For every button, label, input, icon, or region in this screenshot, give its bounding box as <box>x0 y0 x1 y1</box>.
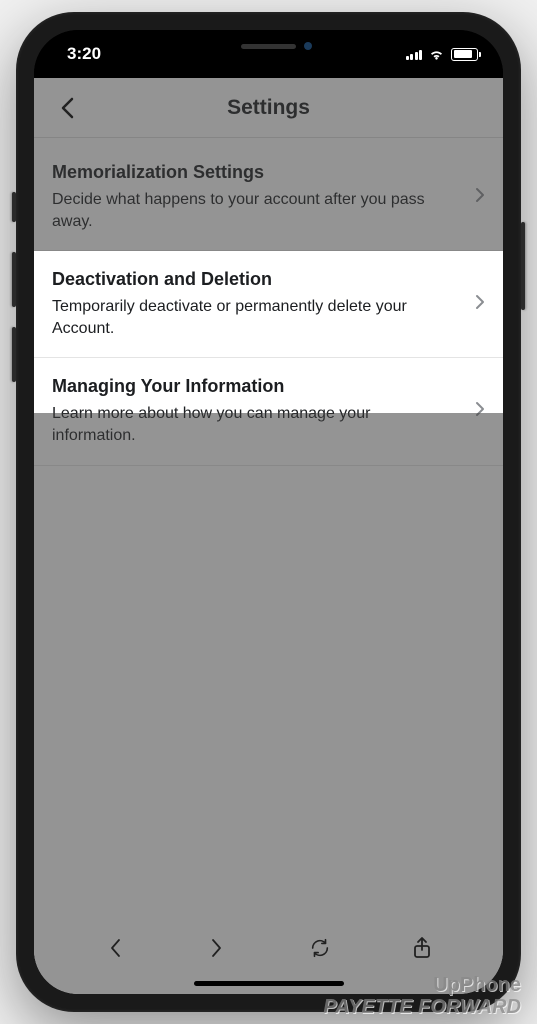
setting-item-managing-info[interactable]: Managing Your Information Learn more abo… <box>34 358 503 465</box>
status-time: 3:20 <box>59 44 101 64</box>
phone-side-button-right <box>521 222 525 310</box>
watermark-line-2: PAYETTE FORWARD <box>323 996 521 1018</box>
setting-description: Learn more about how you can manage your… <box>52 403 455 446</box>
nav-forward-button[interactable] <box>197 928 237 968</box>
setting-item-memorialization[interactable]: Memorialization Settings Decide what hap… <box>34 138 503 251</box>
chevron-right-icon <box>210 937 224 959</box>
notch <box>164 30 374 62</box>
setting-description: Decide what happens to your account afte… <box>52 189 455 232</box>
refresh-button[interactable] <box>300 928 340 968</box>
app-content: Settings Memorialization Settings Decide… <box>34 78 503 994</box>
nav-bar: Settings <box>34 78 503 138</box>
chevron-right-icon <box>475 400 485 423</box>
chevron-left-icon <box>60 97 74 119</box>
setting-title: Memorialization Settings <box>52 162 455 183</box>
setting-item-deactivation[interactable]: Deactivation and Deletion Temporarily de… <box>34 251 503 358</box>
wifi-icon <box>428 48 445 61</box>
home-indicator[interactable] <box>194 981 344 986</box>
setting-description: Temporarily deactivate or permanently de… <box>52 296 455 339</box>
back-button[interactable] <box>52 93 82 123</box>
setting-title: Deactivation and Deletion <box>52 269 455 290</box>
phone-frame: 3:20 <box>16 12 521 1012</box>
battery-icon <box>451 48 478 61</box>
settings-list: Memorialization Settings Decide what hap… <box>34 138 503 466</box>
refresh-icon <box>309 937 331 959</box>
screen: 3:20 <box>34 30 503 994</box>
chevron-right-icon <box>475 293 485 316</box>
phone-side-buttons-left <box>12 192 16 402</box>
watermark-line-1: UpPhone <box>323 974 521 996</box>
nav-back-button[interactable] <box>95 928 135 968</box>
cellular-signal-icon <box>406 48 423 60</box>
page-title: Settings <box>34 96 503 120</box>
bottom-nav <box>34 920 503 976</box>
chevron-right-icon <box>475 186 485 209</box>
chevron-left-icon <box>108 937 122 959</box>
share-button[interactable] <box>402 928 442 968</box>
watermark: UpPhone PAYETTE FORWARD <box>323 974 521 1018</box>
setting-title: Managing Your Information <box>52 376 455 397</box>
share-icon <box>412 936 432 960</box>
